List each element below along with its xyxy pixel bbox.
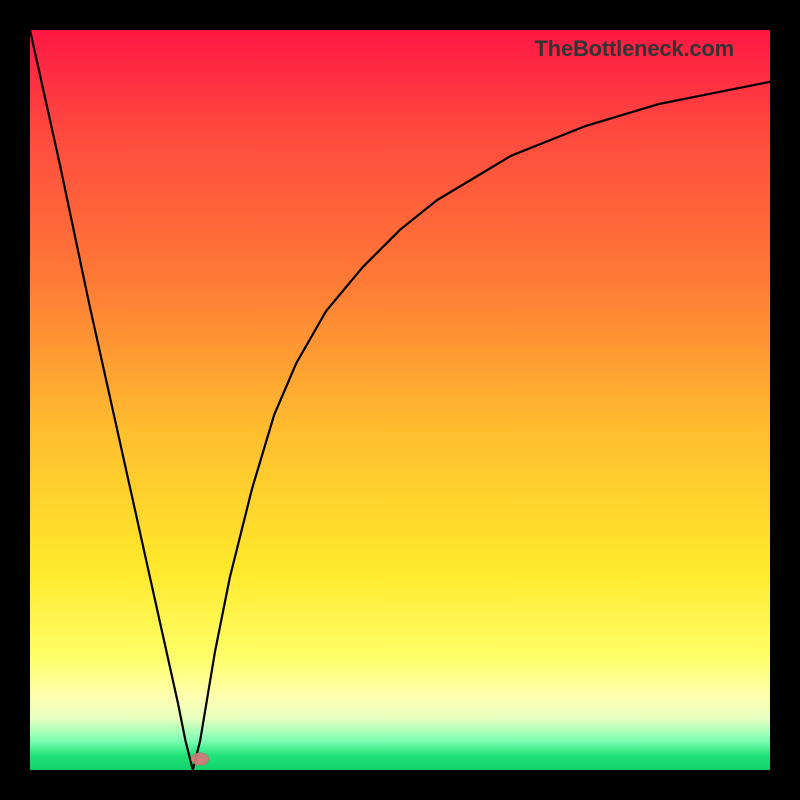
plot-area: TheBottleneck.com [30,30,770,770]
chart-frame: TheBottleneck.com [0,0,800,800]
curve-left [30,30,193,770]
sweet-spot-marker [191,752,209,765]
curve-right [193,82,770,770]
curve-svg [30,30,770,770]
